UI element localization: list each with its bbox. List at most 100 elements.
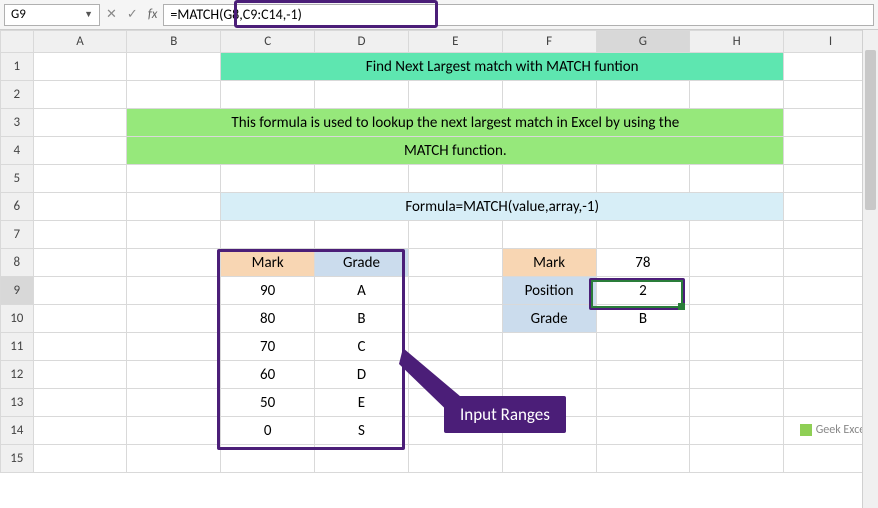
row-header-13[interactable]: 13 [1, 389, 34, 417]
cell-D5[interactable] [315, 165, 409, 193]
cell-C5[interactable] [221, 165, 315, 193]
cell-G8[interactable]: 78 [596, 249, 690, 277]
cell-E11[interactable] [408, 333, 502, 361]
row-header-15[interactable]: 15 [1, 445, 34, 473]
col-header-H[interactable]: H [690, 31, 784, 53]
row-header-3[interactable]: 3 [1, 109, 34, 137]
cell-G13[interactable] [596, 389, 690, 417]
cell-E9[interactable] [408, 277, 502, 305]
cell-C11[interactable]: 70 [221, 333, 315, 361]
cell-A2[interactable] [33, 81, 127, 109]
cell-G5[interactable] [596, 165, 690, 193]
cell-A5[interactable] [33, 165, 127, 193]
row-header-6[interactable]: 6 [1, 193, 34, 221]
cell-E7[interactable] [408, 221, 502, 249]
cell-F7[interactable] [502, 221, 596, 249]
cell-A14[interactable] [33, 417, 127, 445]
cell-C10[interactable]: 80 [221, 305, 315, 333]
row-header-5[interactable]: 5 [1, 165, 34, 193]
cell-E5[interactable] [408, 165, 502, 193]
cell-B12[interactable] [127, 361, 221, 389]
row-header-2[interactable]: 2 [1, 81, 34, 109]
cell-H7[interactable] [690, 221, 784, 249]
cell-A4[interactable] [33, 137, 127, 165]
select-all-corner[interactable] [1, 31, 34, 53]
name-box[interactable]: G9 ▼ [4, 4, 100, 26]
cell-B13[interactable] [127, 389, 221, 417]
cancel-icon[interactable]: ✕ [106, 7, 117, 22]
cell-C2[interactable] [221, 81, 315, 109]
cell-C15[interactable] [221, 445, 315, 473]
cell-E12[interactable] [408, 361, 502, 389]
col-header-D[interactable]: D [315, 31, 409, 53]
cell-B7[interactable] [127, 221, 221, 249]
vertical-scrollbar-thumb[interactable] [865, 50, 876, 210]
cell-D10[interactable]: B [315, 305, 409, 333]
cell-F10[interactable]: Grade [502, 305, 596, 333]
cell-B15[interactable] [127, 445, 221, 473]
vertical-scrollbar[interactable] [862, 30, 878, 508]
cell-A3[interactable] [33, 109, 127, 137]
cell-B9[interactable] [127, 277, 221, 305]
cell-H5[interactable] [690, 165, 784, 193]
name-box-dropdown-icon[interactable]: ▼ [84, 9, 93, 20]
col-header-C[interactable]: C [221, 31, 315, 53]
cell-C13[interactable]: 50 [221, 389, 315, 417]
cell-C9[interactable]: 90 [221, 277, 315, 305]
cell-A10[interactable] [33, 305, 127, 333]
cell-F5[interactable] [502, 165, 596, 193]
cell-B11[interactable] [127, 333, 221, 361]
row-header-11[interactable]: 11 [1, 333, 34, 361]
cell-D7[interactable] [315, 221, 409, 249]
col-header-F[interactable]: F [502, 31, 596, 53]
cell-A11[interactable] [33, 333, 127, 361]
cell-G11[interactable] [596, 333, 690, 361]
cell-H9[interactable] [690, 277, 784, 305]
cell-B4[interactable]: MATCH function. [127, 137, 784, 165]
cell-G10[interactable]: B [596, 305, 690, 333]
cell-E15[interactable] [408, 445, 502, 473]
confirm-icon[interactable]: ✓ [127, 7, 138, 22]
cell-A13[interactable] [33, 389, 127, 417]
cell-D12[interactable]: D [315, 361, 409, 389]
cell-F11[interactable] [502, 333, 596, 361]
cell-F9[interactable]: Position [502, 277, 596, 305]
cell-H14[interactable] [690, 417, 784, 445]
cell-F2[interactable] [502, 81, 596, 109]
cell-A15[interactable] [33, 445, 127, 473]
cell-C12[interactable]: 60 [221, 361, 315, 389]
cell-B14[interactable] [127, 417, 221, 445]
col-header-A[interactable]: A [33, 31, 127, 53]
cell-H13[interactable] [690, 389, 784, 417]
cell-H11[interactable] [690, 333, 784, 361]
col-header-G[interactable]: G [596, 31, 690, 53]
cell-C14[interactable]: 0 [221, 417, 315, 445]
cell-H12[interactable] [690, 361, 784, 389]
cell-D15[interactable] [315, 445, 409, 473]
cell-C6[interactable]: Formula=MATCH(value,array,-1) [221, 193, 784, 221]
cell-B5[interactable] [127, 165, 221, 193]
row-header-12[interactable]: 12 [1, 361, 34, 389]
col-header-E[interactable]: E [408, 31, 502, 53]
cell-D9[interactable]: A [315, 277, 409, 305]
row-header-10[interactable]: 10 [1, 305, 34, 333]
cell-A9[interactable] [33, 277, 127, 305]
row-header-9[interactable]: 9 [1, 277, 34, 305]
cell-G14[interactable] [596, 417, 690, 445]
row-header-14[interactable]: 14 [1, 417, 34, 445]
cell-H10[interactable] [690, 305, 784, 333]
cell-C1[interactable]: Find Next Largest match with MATCH funti… [221, 53, 784, 81]
cell-B3[interactable]: This formula is used to lookup the next … [127, 109, 784, 137]
cell-H8[interactable] [690, 249, 784, 277]
cell-D2[interactable] [315, 81, 409, 109]
spreadsheet-grid[interactable]: A B C D E F G H I 1Find Next Largest mat… [0, 30, 878, 473]
cell-G9[interactable]: 2 [596, 277, 690, 305]
cell-E2[interactable] [408, 81, 502, 109]
formula-input[interactable]: =MATCH(G8,C9:C14,-1) [163, 4, 874, 26]
cell-B1[interactable] [127, 53, 221, 81]
cell-F12[interactable] [502, 361, 596, 389]
cell-A12[interactable] [33, 361, 127, 389]
cell-G15[interactable] [596, 445, 690, 473]
cell-C7[interactable] [221, 221, 315, 249]
cell-H15[interactable] [690, 445, 784, 473]
